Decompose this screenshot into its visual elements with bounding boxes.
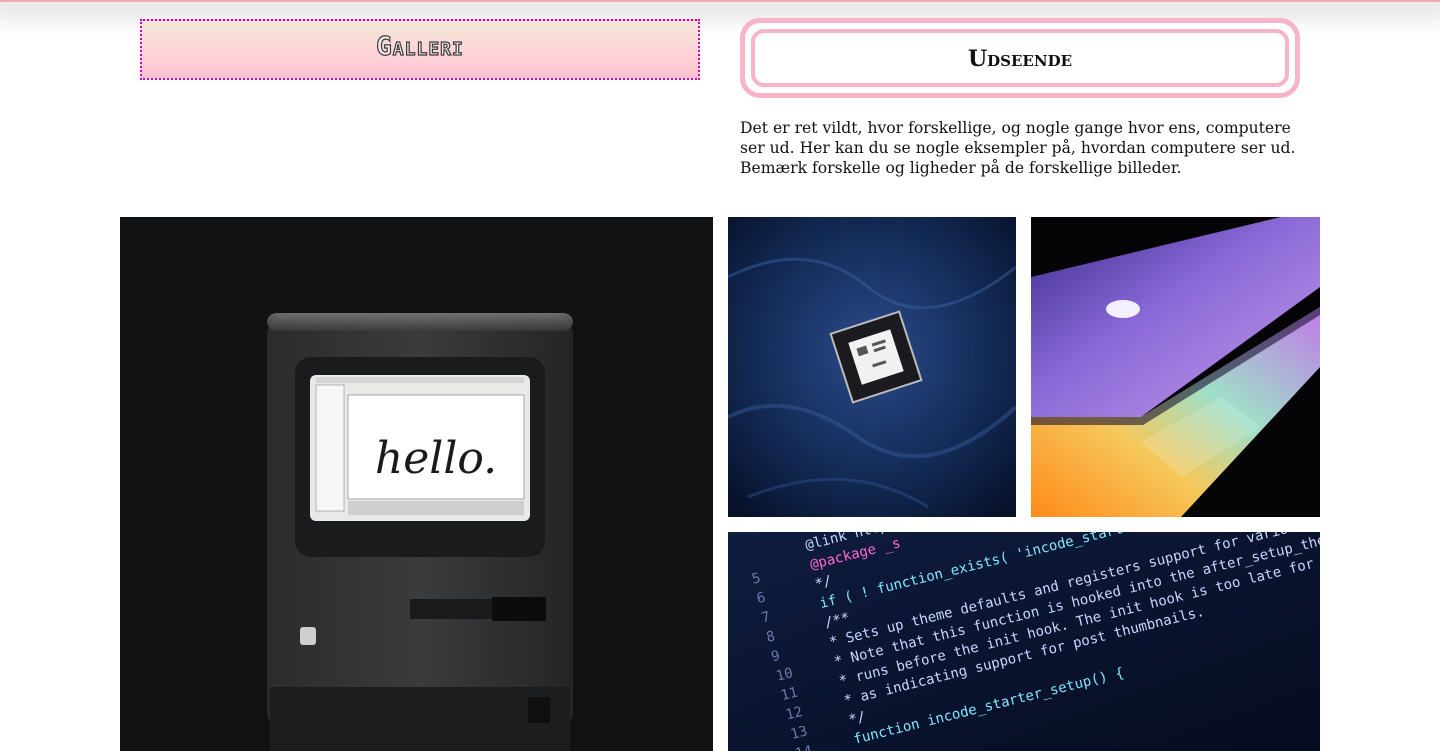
photo-code-screen: @link https://developer.wordpress.org/ 5… — [728, 532, 1320, 751]
appearance-heading: Udseende — [740, 18, 1300, 98]
intro-paragraph: Det er ret vildt, hvor forskellige, og n… — [740, 119, 1296, 177]
photo-laptop — [1031, 217, 1320, 517]
photo-vintage-computer: hello. — [120, 217, 713, 751]
top-nav-shadow — [0, 0, 1440, 2]
mac-screen-text: hello. — [375, 433, 497, 484]
appearance-heading-label: Udseende — [967, 46, 1073, 72]
appearance-heading-inner-frame: Udseende — [751, 29, 1289, 87]
gallery-heading: Galleri — [140, 19, 700, 80]
photo-processor-chip — [728, 217, 1016, 517]
gallery-heading-label: Galleri — [376, 31, 464, 62]
